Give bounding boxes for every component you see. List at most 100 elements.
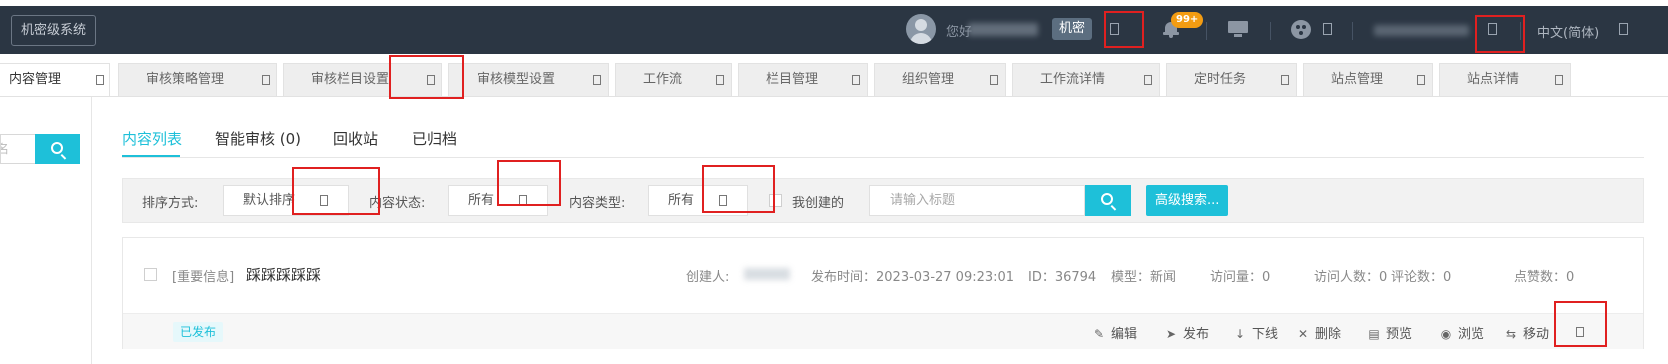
status-value: 所有 (468, 193, 495, 208)
tab-audit-model[interactable]: 审核模型设置 (448, 63, 609, 97)
tab-label: 审核策略管理 (146, 72, 225, 87)
account-dropdown-icon[interactable] (1483, 19, 1501, 37)
monitor-icon[interactable] (1228, 21, 1248, 37)
subtab-recycle-bin[interactable]: 回收站 (333, 128, 378, 149)
edit-button[interactable]: ✎ 编辑 (1092, 323, 1137, 342)
send-icon: ➤ (1165, 327, 1177, 341)
tab-org-management[interactable]: 组织管理 (874, 63, 1006, 97)
subtab-smart-audit[interactable]: 智能审核 (0) (215, 128, 301, 149)
close-icon: ✕ (1297, 327, 1309, 341)
offline-label: 下线 (1252, 327, 1279, 342)
arrow-down-icon: ↓ (1234, 327, 1246, 341)
subtab-archived[interactable]: 已归档 (412, 128, 457, 149)
close-icon[interactable] (1281, 75, 1289, 85)
language-dropdown-icon[interactable] (1614, 19, 1632, 37)
chevron-down-icon (320, 195, 328, 206)
tab-site-management[interactable]: 站点管理 (1303, 63, 1433, 97)
palette-icon[interactable] (1291, 20, 1311, 39)
move-button[interactable]: ⇆ 移动 (1504, 323, 1549, 342)
type-select[interactable]: 所有 (648, 185, 748, 216)
tab-audit-column[interactable]: 审核栏目设置 (283, 63, 442, 97)
content-list-item: [重要信息] 踩踩踩踩踩 创建人: 发布时间：2023-03-27 09:23:… (122, 237, 1644, 349)
close-icon[interactable] (1417, 75, 1425, 85)
subtab-content-list[interactable]: 内容列表 (122, 128, 182, 149)
visitor-count: 访问人数：0 (1314, 270, 1388, 285)
item-id: ID：36794 (1028, 270, 1097, 285)
item-model: 模型：新闻 (1111, 270, 1177, 285)
language-selector[interactable]: 中文(简体) (1537, 22, 1599, 41)
divider (1270, 22, 1271, 40)
tab-bar-bottom-line (0, 96, 1668, 97)
item-title[interactable]: 踩踩踩踩踩 (246, 264, 321, 285)
close-icon[interactable] (262, 75, 270, 85)
close-icon[interactable] (716, 75, 724, 85)
tab-label: 审核模型设置 (477, 72, 556, 87)
security-level-badge: 机密 (1052, 18, 1093, 40)
item-checkbox[interactable] (144, 268, 157, 281)
divider (1520, 22, 1521, 40)
chevron-down-icon (719, 195, 727, 206)
tab-label: 栏目管理 (766, 72, 819, 87)
mine-label: 我创建的 (792, 196, 845, 211)
creator-label: 创建人: (686, 270, 730, 285)
divider (1206, 22, 1207, 40)
user-dropdown-icon[interactable] (1105, 19, 1123, 37)
status-select[interactable]: 所有 (448, 185, 548, 216)
subtab-divider (122, 157, 1644, 158)
theme-dropdown-icon[interactable] (1318, 19, 1336, 37)
avatar[interactable] (906, 14, 936, 44)
type-label: 内容类型: (569, 196, 626, 211)
tab-workflow-detail[interactable]: 工作流详情 (1012, 63, 1160, 97)
title-search-button[interactable] (1085, 185, 1131, 216)
close-icon[interactable] (852, 75, 860, 85)
close-icon[interactable] (427, 75, 435, 85)
browse-label: 浏览 (1458, 327, 1485, 342)
mine-checkbox[interactable] (769, 194, 782, 207)
sidebar: 名 (0, 97, 92, 364)
sidebar-search-input[interactable]: 名 (0, 134, 35, 164)
advanced-search-button[interactable]: 高级搜索... (1146, 185, 1229, 216)
eye-icon: ◉ (1440, 327, 1452, 341)
redacted-creator (744, 268, 790, 280)
tab-content-management[interactable]: 内容管理 (0, 63, 110, 97)
system-button[interactable]: 机密级系统 (11, 15, 97, 46)
more-dropdown-icon[interactable] (1576, 327, 1584, 337)
close-icon[interactable] (990, 75, 998, 85)
sort-value: 默认排序 (243, 193, 296, 208)
offline-button[interactable]: ↓ 下线 (1233, 323, 1278, 342)
tab-site-detail[interactable]: 站点详情 (1439, 63, 1571, 97)
redacted-account (1374, 25, 1469, 36)
sidebar-search-button[interactable] (35, 134, 80, 164)
tab-label: 工作流详情 (1040, 72, 1106, 87)
sort-select[interactable]: 默认排序 (223, 185, 349, 216)
tab-label: 工作流 (643, 72, 683, 87)
delete-button[interactable]: ✕ 删除 (1296, 323, 1341, 342)
tab-label: 站点详情 (1467, 72, 1520, 87)
publish-button[interactable]: ➤ 发布 (1164, 323, 1209, 342)
edit-label: 编辑 (1111, 327, 1138, 342)
notification-badge: 99+ (1171, 12, 1204, 28)
publish-label: 发布 (1183, 327, 1210, 342)
tab-audit-strategy[interactable]: 审核策略管理 (118, 63, 277, 97)
sort-label: 排序方式: (142, 196, 199, 211)
preview-button[interactable]: ▤ 预览 (1367, 323, 1412, 342)
top-bar: 机密级系统 您好 机密 99+ 中文(简体) (0, 6, 1668, 54)
close-icon[interactable] (1144, 75, 1152, 85)
close-icon[interactable] (96, 75, 104, 85)
edit-icon: ✎ (1093, 327, 1105, 341)
browse-button[interactable]: ◉ 浏览 (1439, 323, 1484, 342)
tab-label: 组织管理 (902, 72, 955, 87)
close-icon[interactable] (593, 75, 601, 85)
search-icon (51, 142, 63, 154)
title-search-input[interactable] (869, 185, 1085, 216)
tab-column-management[interactable]: 栏目管理 (738, 63, 868, 97)
exchange-icon: ⇆ (1505, 327, 1517, 341)
publish-time: 发布时间：2023-03-27 09:23:01 (811, 270, 1015, 285)
like-count: 点赞数：0 (1514, 270, 1575, 285)
comment-count: 评论数：0 (1391, 270, 1452, 285)
close-icon[interactable] (1555, 75, 1563, 85)
tab-workflow[interactable]: 工作流 (615, 63, 732, 97)
status-label: 内容状态: (369, 196, 426, 211)
filter-bar: 排序方式: 默认排序 内容状态: 所有 内容类型: 所有 我创建的 高级搜索..… (122, 178, 1644, 223)
tab-scheduled-task[interactable]: 定时任务 (1166, 63, 1297, 97)
